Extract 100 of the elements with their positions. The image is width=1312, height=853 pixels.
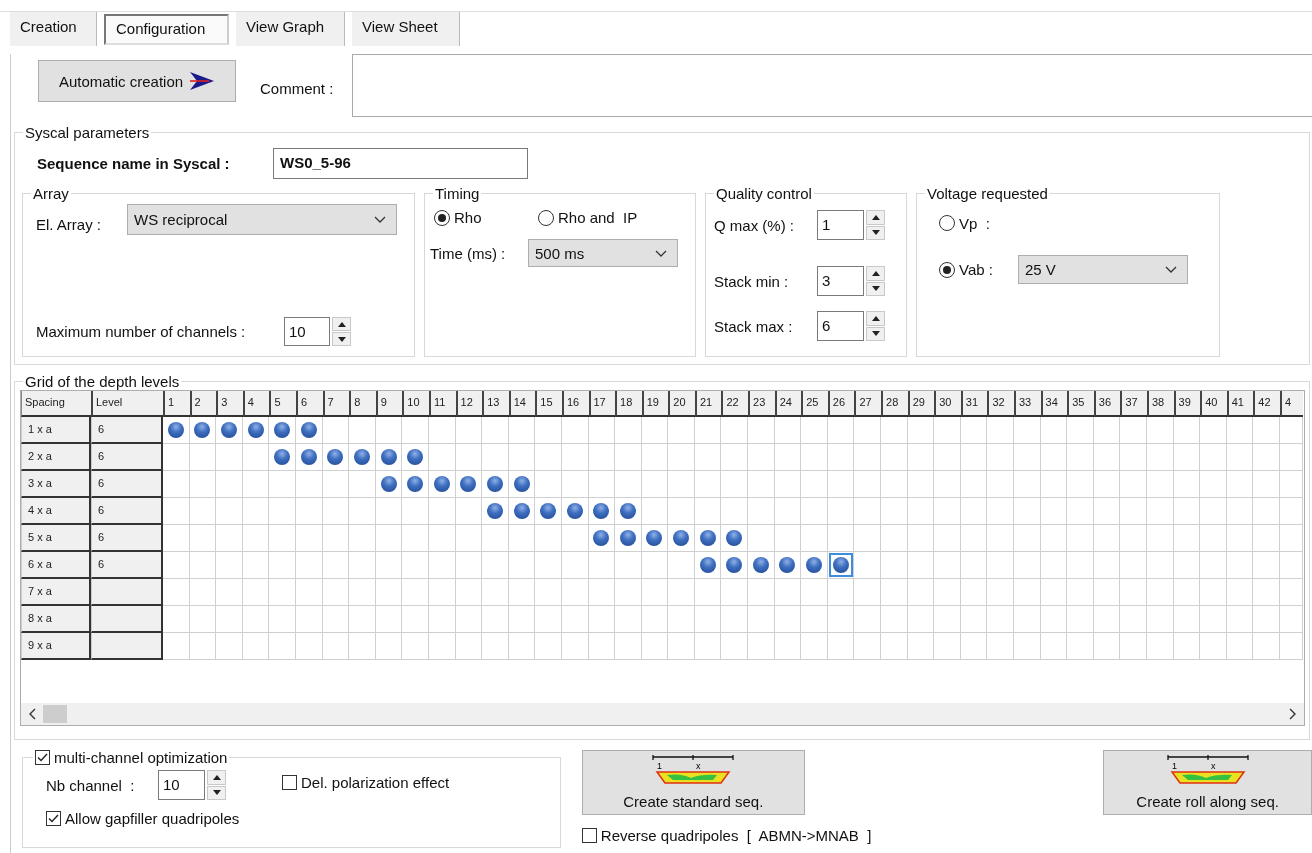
grid-cell[interactable] <box>827 606 855 633</box>
grid-cell[interactable] <box>881 552 908 579</box>
grid-cell[interactable] <box>854 552 882 579</box>
grid-cell[interactable] <box>1014 633 1041 660</box>
grid-cell[interactable] <box>1014 606 1041 633</box>
grid-cell[interactable] <box>216 606 243 633</box>
grid-cell[interactable] <box>402 498 429 525</box>
grid-cell[interactable] <box>322 579 350 606</box>
grid-cell[interactable] <box>854 525 882 552</box>
grid-cell[interactable] <box>402 417 429 444</box>
grid-cell[interactable] <box>1067 444 1094 471</box>
grid-cell[interactable] <box>694 525 722 552</box>
dot-marker[interactable] <box>619 503 636 519</box>
grid-cell[interactable] <box>827 498 855 525</box>
dot-marker[interactable] <box>619 530 636 546</box>
increment-button[interactable] <box>866 266 885 281</box>
grid-cell[interactable] <box>694 498 722 525</box>
grid-cell[interactable] <box>1093 606 1121 633</box>
tab[interactable]: Configuration <box>104 14 229 45</box>
grid-cell[interactable] <box>801 417 828 444</box>
grid-cell[interactable] <box>1146 579 1174 606</box>
grid-cell[interactable] <box>1146 606 1174 633</box>
grid-cell[interactable] <box>854 633 882 660</box>
grid-cell[interactable] <box>774 606 802 633</box>
grid-cell[interactable] <box>1173 444 1201 471</box>
tab[interactable]: View Graph <box>236 12 345 46</box>
grid-cell[interactable] <box>428 579 456 606</box>
grid-cell[interactable] <box>987 606 1014 633</box>
grid-cell[interactable] <box>721 552 749 579</box>
grid-cell[interactable] <box>1279 498 1303 525</box>
grid-cell[interactable] <box>295 525 323 552</box>
grid-cell[interactable] <box>1014 417 1041 444</box>
grid-cell[interactable] <box>1067 525 1094 552</box>
grid-cell[interactable] <box>721 417 749 444</box>
grid-cell[interactable] <box>508 633 536 660</box>
grid-cell[interactable] <box>1173 552 1201 579</box>
grid-cell[interactable] <box>1067 579 1094 606</box>
grid-cell[interactable] <box>428 606 456 633</box>
grid-cell[interactable] <box>1120 606 1147 633</box>
grid-cell[interactable] <box>242 579 270 606</box>
grid-cell[interactable] <box>907 633 935 660</box>
dot-marker[interactable] <box>513 476 530 492</box>
grid-cell[interactable] <box>349 417 376 444</box>
grid-cell[interactable] <box>1067 606 1094 633</box>
grid-cell[interactable] <box>641 444 669 471</box>
grid-cell[interactable] <box>1226 471 1254 498</box>
grid-cell[interactable] <box>1014 579 1041 606</box>
horizontal-scrollbar[interactable] <box>21 703 1304 725</box>
checkbox[interactable] <box>35 750 50 765</box>
grid-cell[interactable] <box>1014 444 1041 471</box>
grid-cell[interactable] <box>535 471 562 498</box>
grid-cell[interactable] <box>349 498 376 525</box>
grid-cell[interactable] <box>1253 417 1280 444</box>
grid-cell[interactable] <box>242 471 270 498</box>
grid-cell[interactable] <box>375 633 403 660</box>
grid-cell[interactable] <box>934 471 961 498</box>
grid-cell[interactable] <box>189 525 217 552</box>
grid-cell[interactable] <box>535 525 562 552</box>
create-roll-along-button[interactable]: 1 x Create roll along seq. <box>1103 750 1312 815</box>
grid-cell[interactable] <box>641 471 669 498</box>
grid-cell[interactable] <box>1120 552 1147 579</box>
grid-cell[interactable] <box>375 444 403 471</box>
grid-cell[interactable] <box>561 525 589 552</box>
grid-cell[interactable] <box>322 498 350 525</box>
grid-cell[interactable] <box>934 417 961 444</box>
grid-cell[interactable] <box>1173 579 1201 606</box>
grid-cell[interactable] <box>1093 525 1121 552</box>
dot-marker[interactable] <box>327 449 344 465</box>
grid-cell[interactable] <box>748 606 775 633</box>
grid-cell[interactable] <box>987 417 1014 444</box>
grid-cell[interactable] <box>1279 417 1303 444</box>
dot-marker[interactable] <box>167 422 184 438</box>
dot-marker[interactable] <box>593 530 610 546</box>
grid-cell[interactable] <box>881 471 908 498</box>
grid-cell[interactable] <box>349 471 376 498</box>
dot-marker[interactable] <box>486 476 503 492</box>
grid-cell[interactable] <box>588 444 616 471</box>
grid-cell[interactable] <box>455 525 483 552</box>
grid-cell[interactable] <box>561 417 589 444</box>
grid-cell[interactable] <box>987 633 1014 660</box>
grid-cell[interactable] <box>987 444 1014 471</box>
grid-cell[interactable] <box>1253 606 1280 633</box>
grid-cell[interactable] <box>428 471 456 498</box>
grid-cell[interactable] <box>615 606 642 633</box>
dot-marker[interactable] <box>274 422 291 438</box>
grid-cell[interactable] <box>242 606 270 633</box>
grid-cell[interactable] <box>1040 471 1068 498</box>
grid-cell[interactable] <box>508 444 536 471</box>
grid-cell[interactable] <box>428 498 456 525</box>
grid-cell[interactable] <box>827 417 855 444</box>
grid-cell[interactable] <box>987 552 1014 579</box>
grid-cell[interactable] <box>668 579 695 606</box>
dot-marker[interactable] <box>274 449 291 465</box>
grid-cell[interactable] <box>295 579 323 606</box>
grid-cell[interactable] <box>774 498 802 525</box>
grid-cell[interactable] <box>987 498 1014 525</box>
dropdown[interactable]: 500 ms <box>528 239 678 267</box>
grid-cell[interactable] <box>1226 633 1254 660</box>
dot-marker[interactable] <box>380 476 397 492</box>
grid-cell[interactable] <box>721 444 749 471</box>
